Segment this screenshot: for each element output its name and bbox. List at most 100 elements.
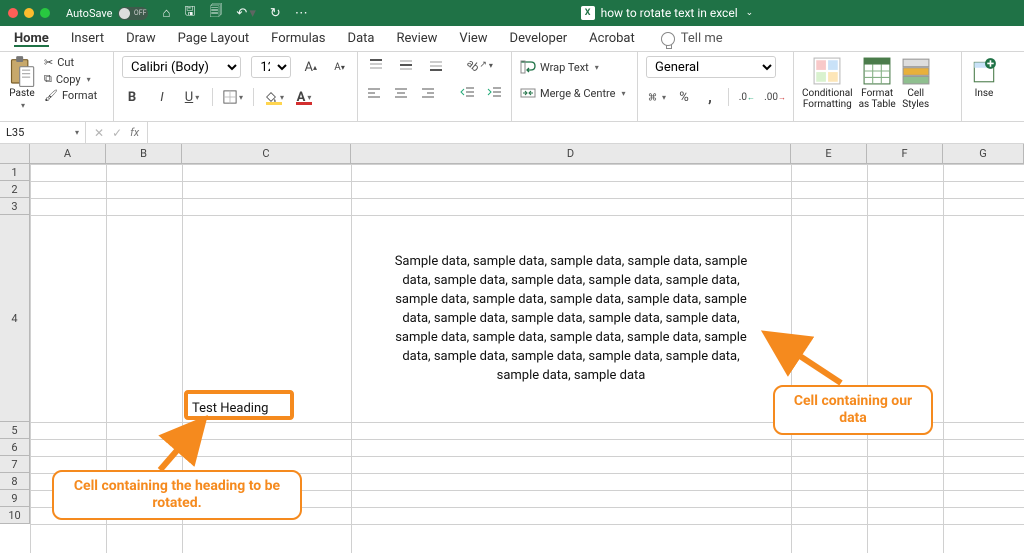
save-icon[interactable]: 🖫 (184, 2, 195, 24)
col-header-G[interactable]: G (943, 144, 1024, 164)
decrease-indent-button[interactable] (460, 84, 477, 102)
tab-data[interactable]: Data (348, 31, 375, 46)
align-right-button[interactable] (419, 84, 436, 102)
orientation-button[interactable]: ab↗▾ (470, 56, 490, 74)
autosave-label: AutoSave (66, 7, 112, 20)
group-alignment: ab↗▾ (358, 52, 512, 121)
select-all-corner[interactable] (0, 144, 30, 164)
cell-styles-button[interactable]: Cell Styles (902, 56, 930, 110)
wrap-text-icon (520, 60, 536, 74)
column-headers: ABCDEFG (30, 144, 1024, 164)
insert-cells-button[interactable]: Inse (970, 56, 998, 99)
insert-cells-icon (970, 56, 998, 86)
autosave-toggle[interactable]: AutoSave OFF (66, 7, 148, 20)
increase-font-button[interactable]: A▴ (301, 58, 320, 76)
format-painter-button[interactable]: 🖌Format (44, 89, 97, 102)
italic-button[interactable]: I (152, 88, 172, 106)
bold-button[interactable]: B (122, 88, 142, 106)
increase-decimal-button[interactable]: .0← (739, 88, 755, 106)
zoom-window-button[interactable] (40, 8, 50, 18)
tell-me[interactable]: Tell me (661, 31, 723, 46)
group-cells: Inse (962, 52, 1024, 121)
tab-formulas[interactable]: Formulas (271, 31, 325, 46)
accounting-button[interactable]: ⌘▾ (646, 88, 666, 106)
home-icon[interactable]: ⌂ (162, 5, 170, 21)
decrease-font-button[interactable]: A▾ (330, 58, 349, 76)
borders-button[interactable]: ▾ (223, 88, 243, 106)
group-clipboard: Paste ▾ ✂Cut ⧉Copy▾ 🖌Format (0, 52, 114, 121)
row-header-7[interactable]: 7 (0, 456, 30, 473)
comma-button[interactable]: , (702, 88, 718, 106)
fill-color-button[interactable]: ▾ (264, 88, 284, 106)
copy-icon: ⧉ (44, 72, 52, 86)
format-as-table-button[interactable]: Format as Table (859, 56, 896, 110)
row-headers: 12345678910 (0, 164, 30, 524)
undo-icon[interactable]: ↶▾ (236, 6, 255, 21)
font-name-select[interactable]: Calibri (Body) (122, 56, 241, 78)
row-header-8[interactable]: 8 (0, 473, 30, 490)
close-window-button[interactable] (8, 8, 18, 18)
align-middle-button[interactable] (396, 56, 416, 74)
title-bar: AutoSave OFF ⌂ 🖫 🗐 ↶▾ ↻ ⋯ X how to rotat… (0, 0, 1024, 26)
row-header-6[interactable]: 6 (0, 439, 30, 456)
underline-button[interactable]: U▾ (182, 88, 202, 106)
copy-button[interactable]: ⧉Copy▾ (44, 72, 97, 86)
merge-centre-button[interactable]: Merge & Centre▾ (520, 86, 629, 100)
cancel-formula-icon[interactable]: ✕ (94, 126, 104, 140)
name-box[interactable]: L35▾ (0, 122, 86, 143)
decrease-decimal-button[interactable]: .00→ (765, 88, 785, 106)
save-as-icon[interactable]: 🗐 (209, 2, 222, 24)
col-header-A[interactable]: A (30, 144, 106, 164)
tab-draw[interactable]: Draw (126, 31, 156, 46)
redo-icon[interactable]: ↻ (270, 6, 281, 21)
wrap-text-button[interactable]: Wrap Text▾ (520, 60, 629, 74)
number-format-select[interactable]: General (646, 56, 776, 78)
row-header-1[interactable]: 1 (0, 164, 30, 181)
enter-formula-icon[interactable]: ✓ (112, 126, 122, 140)
document-title[interactable]: X how to rotate text in excel ⌄ (318, 6, 1016, 20)
minimize-window-button[interactable] (24, 8, 34, 18)
align-center-button[interactable] (393, 84, 410, 102)
formula-input[interactable] (148, 122, 1024, 143)
col-header-E[interactable]: E (791, 144, 867, 164)
tab-page-layout[interactable]: Page Layout (178, 31, 250, 46)
worksheet[interactable]: ABCDEFG 12345678910 Sample data, sample … (0, 144, 1024, 553)
cell-styles-icon (902, 56, 930, 86)
tab-review[interactable]: Review (396, 31, 437, 46)
tab-view[interactable]: View (459, 31, 487, 46)
align-top-button[interactable] (366, 56, 386, 74)
row-header-2[interactable]: 2 (0, 181, 30, 198)
row-header-4[interactable]: 4 (0, 215, 30, 422)
group-wrapmerge: Wrap Text▾ Merge & Centre▾ (512, 52, 638, 121)
align-left-button[interactable] (366, 84, 383, 102)
conditional-formatting-icon (813, 56, 841, 86)
autosave-switch[interactable]: OFF (118, 7, 148, 20)
col-header-D[interactable]: D (351, 144, 791, 164)
col-header-C[interactable]: C (182, 144, 351, 164)
tab-developer[interactable]: Developer (510, 31, 568, 46)
cell-D4[interactable]: Sample data, sample data, sample data, s… (351, 215, 791, 422)
paste-icon (8, 56, 36, 86)
cut-button[interactable]: ✂Cut (44, 56, 97, 69)
conditional-formatting-button[interactable]: Conditional Formatting (802, 56, 853, 110)
tab-insert[interactable]: Insert (71, 31, 104, 46)
row-header-9[interactable]: 9 (0, 490, 30, 507)
col-header-F[interactable]: F (867, 144, 943, 164)
qat-more-icon[interactable]: ⋯ (295, 6, 308, 21)
row-header-10[interactable]: 10 (0, 507, 30, 524)
font-size-select[interactable]: 12 (251, 56, 291, 78)
percent-button[interactable]: % (676, 88, 692, 106)
tab-home[interactable]: Home (14, 31, 49, 46)
row-header-5[interactable]: 5 (0, 422, 30, 439)
excel-doc-icon: X (581, 6, 595, 20)
highlight-box-c4 (184, 390, 294, 420)
paste-more-icon[interactable]: ▾ (21, 101, 25, 110)
row-header-3[interactable]: 3 (0, 198, 30, 215)
tab-acrobat[interactable]: Acrobat (589, 31, 635, 46)
col-header-B[interactable]: B (106, 144, 182, 164)
paste-button[interactable]: Paste ▾ (8, 56, 36, 110)
fx-icon[interactable]: fx (130, 126, 139, 139)
font-color-button[interactable]: A▾ (294, 88, 314, 106)
align-bottom-button[interactable] (426, 56, 446, 74)
increase-indent-button[interactable] (486, 84, 503, 102)
